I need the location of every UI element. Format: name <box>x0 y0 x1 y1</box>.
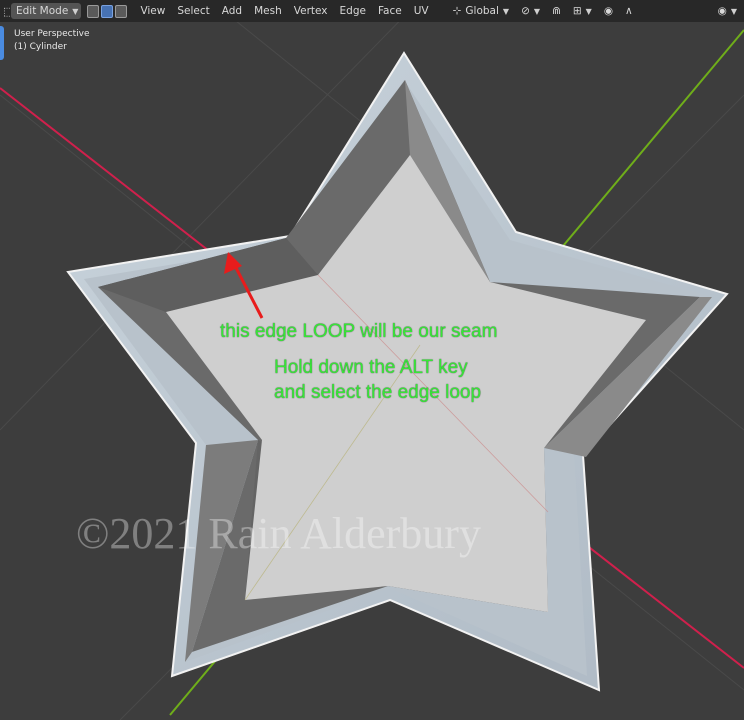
snap-toggle[interactable]: ⋒ <box>547 3 566 19</box>
instruction-line-1: Hold down the ALT key <box>274 357 468 378</box>
face-select-icon[interactable] <box>115 4 128 18</box>
mode-dropdown[interactable]: Edit Mode ▼ <box>11 3 82 19</box>
chevron-down-icon: ▼ <box>730 6 737 16</box>
editor-type-icon[interactable]: ⬚ <box>3 5 13 18</box>
viewport-object-label: (1) Cylinder <box>14 42 67 52</box>
viewport-info: User Perspective (1) Cylinder <box>14 28 90 54</box>
mode-label: Edit Mode <box>16 5 69 17</box>
3d-viewport[interactable]: User Perspective (1) Cylinder this edge … <box>0 0 744 720</box>
viewport-header: ⬚ Edit Mode ▼ View Select Add Mesh Verte… <box>0 0 744 22</box>
overlays-dropdown[interactable]: ◉ ▼ <box>713 3 742 19</box>
falloff-dropdown[interactable]: ∧ <box>620 3 638 19</box>
magnet-icon: ⋒ <box>552 5 561 17</box>
menu-view[interactable]: View <box>135 3 170 19</box>
pivot-dropdown[interactable]: ⊘ ▼ <box>516 3 545 19</box>
vertex-select-icon[interactable] <box>87 4 100 18</box>
chevron-down-icon: ▼ <box>533 6 541 16</box>
proportional-toggle[interactable]: ◉ <box>599 3 618 19</box>
chevron-down-icon: ▼ <box>585 6 592 16</box>
proportional-edit-icon: ◉ <box>603 5 613 17</box>
menu-vertex[interactable]: Vertex <box>289 3 333 19</box>
viewport-perspective-label: User Perspective <box>14 29 90 39</box>
falloff-curve-icon: ∧ <box>624 5 633 17</box>
orientation-label: Global <box>465 5 499 17</box>
menu-add[interactable]: Add <box>217 3 247 19</box>
active-tool-indicator <box>0 26 4 60</box>
watermark: ©2021 Rain Alderbury <box>76 509 481 558</box>
menu-edge[interactable]: Edge <box>335 3 371 19</box>
eye-icon: ◉ <box>717 5 727 17</box>
menu-mesh[interactable]: Mesh <box>249 3 287 19</box>
pivot-icon: ⊘ <box>521 5 530 17</box>
snap-target-icon: ⊞ <box>572 5 582 17</box>
menu-face[interactable]: Face <box>373 3 407 19</box>
menu-select[interactable]: Select <box>172 3 214 19</box>
menu-uv[interactable]: UV <box>409 3 434 19</box>
select-mode-group <box>87 4 129 18</box>
edge-select-icon[interactable] <box>101 4 114 18</box>
chevron-down-icon: ▼ <box>502 6 510 16</box>
seam-note: this edge LOOP will be our seam <box>220 321 498 342</box>
orientation-dropdown[interactable]: ⊹ Global ▼ <box>448 3 514 19</box>
snap-dropdown[interactable]: ⊞ ▼ <box>568 3 597 19</box>
chevron-down-icon: ▼ <box>72 6 79 16</box>
instruction-line-2: and select the edge loop <box>274 382 482 403</box>
global-orientation-icon: ⊹ <box>452 5 462 17</box>
